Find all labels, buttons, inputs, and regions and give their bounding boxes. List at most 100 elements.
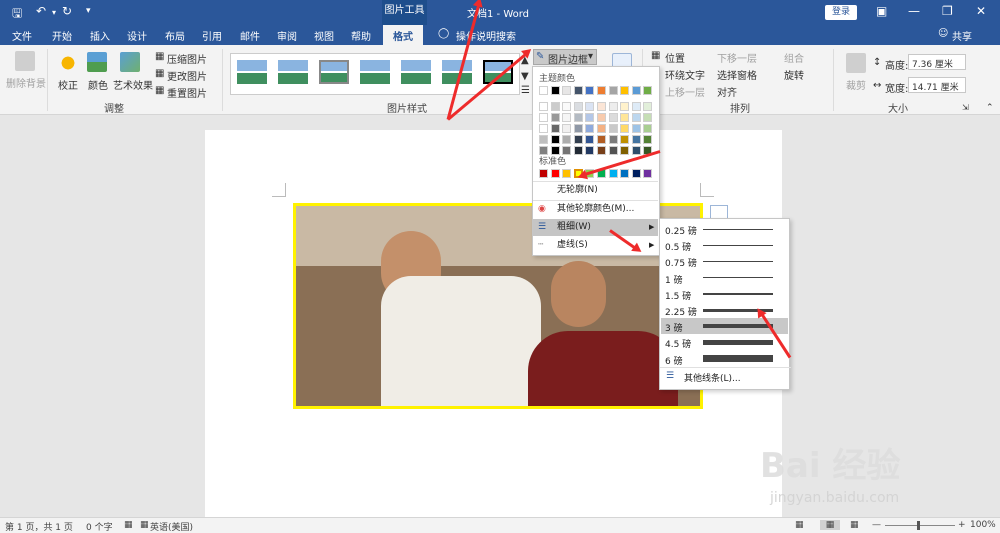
theme-color-swatch[interactable]: [585, 135, 595, 144]
picture-border-button[interactable]: ✎ 图片边框 ▾: [533, 49, 597, 66]
theme-color-swatch[interactable]: [597, 124, 606, 133]
tab-references[interactable]: 引用: [202, 28, 222, 43]
style-thumbnail[interactable]: [237, 60, 267, 84]
selection-pane-button[interactable]: 选择窗格: [717, 67, 757, 82]
restore-icon[interactable]: ❐: [942, 4, 953, 18]
login-button[interactable]: 登录: [825, 5, 857, 20]
style-thumbnail[interactable]: [401, 60, 431, 84]
weight-option[interactable]: 1 磅: [661, 270, 788, 286]
standard-color-swatch[interactable]: [539, 169, 548, 178]
print-layout-icon[interactable]: ▦: [820, 520, 840, 530]
weight-option[interactable]: 6 磅: [661, 351, 788, 367]
close-icon[interactable]: ✕: [976, 4, 986, 18]
weight-option[interactable]: 2.25 磅: [661, 302, 788, 318]
remove-background-button[interactable]: 删除背景: [6, 75, 46, 90]
tab-home[interactable]: 开始: [52, 28, 72, 43]
crop-button[interactable]: 裁剪: [846, 77, 866, 92]
tab-file[interactable]: 文件: [12, 28, 32, 43]
theme-color-swatch[interactable]: [585, 146, 595, 155]
tab-design[interactable]: 设计: [127, 28, 147, 43]
corrections-button[interactable]: 校正: [58, 77, 78, 92]
theme-color-swatch[interactable]: [550, 124, 560, 133]
theme-color-swatch[interactable]: [620, 135, 630, 144]
reset-picture-button[interactable]: 重置图片: [167, 85, 207, 100]
theme-color-swatch[interactable]: [643, 135, 653, 144]
tab-mailings[interactable]: 邮件: [240, 28, 260, 43]
undo-dropdown-icon[interactable]: ▾: [52, 8, 56, 17]
align-button[interactable]: 对齐: [717, 84, 737, 99]
theme-color-swatch[interactable]: [597, 86, 606, 95]
tab-insert[interactable]: 插入: [90, 28, 110, 43]
standard-color-swatch[interactable]: [550, 169, 560, 178]
theme-color-swatch[interactable]: [643, 124, 653, 133]
theme-color-swatch[interactable]: [585, 113, 595, 122]
theme-color-swatch[interactable]: [562, 113, 572, 122]
theme-color-swatch[interactable]: [631, 146, 641, 155]
theme-color-swatch[interactable]: [573, 113, 583, 122]
height-field[interactable]: 7.36 厘米: [908, 54, 966, 70]
bring-forward-button[interactable]: 上移一层: [665, 84, 705, 99]
theme-color-swatch[interactable]: [631, 86, 641, 95]
color-button[interactable]: 颜色: [88, 77, 108, 92]
more-outline-colors-item[interactable]: ◉ 其他轮廓颜色(M)...: [533, 201, 658, 218]
zoom-level[interactable]: 100%: [970, 520, 996, 530]
weight-option[interactable]: 0.25 磅: [661, 221, 788, 237]
theme-color-swatch[interactable]: [573, 146, 583, 155]
tab-view[interactable]: 视图: [314, 28, 334, 43]
theme-color-swatch[interactable]: [550, 113, 560, 122]
artistic-effects-button[interactable]: 艺术效果: [113, 77, 153, 92]
tab-review[interactable]: 审阅: [277, 28, 297, 43]
theme-color-swatch[interactable]: [550, 86, 560, 95]
size-dialog-launcher-icon[interactable]: ⇲: [962, 103, 969, 112]
weight-option[interactable]: 0.75 磅: [661, 253, 788, 269]
theme-color-swatch[interactable]: [562, 124, 572, 133]
minimize-icon[interactable]: —: [908, 4, 920, 18]
width-field[interactable]: 14.71 厘米: [908, 77, 966, 93]
theme-color-swatch[interactable]: [539, 86, 548, 95]
zoom-out-icon[interactable]: —: [872, 520, 881, 530]
weight-item[interactable]: ☰ 粗细(W) ▶: [533, 219, 658, 236]
read-mode-icon[interactable]: ▦: [795, 520, 804, 530]
theme-color-swatch[interactable]: [631, 113, 641, 122]
theme-color-swatch[interactable]: [573, 86, 583, 95]
theme-color-swatch[interactable]: [608, 86, 618, 95]
collapse-ribbon-icon[interactable]: ⌃: [986, 103, 994, 113]
zoom-thumb[interactable]: [917, 521, 920, 530]
theme-color-swatch[interactable]: [539, 124, 548, 133]
theme-color-swatch[interactable]: [631, 135, 641, 144]
theme-color-swatch[interactable]: [597, 135, 606, 144]
theme-color-swatch[interactable]: [608, 113, 618, 122]
ribbon-display-icon[interactable]: ▣: [876, 4, 887, 18]
theme-color-swatch[interactable]: [643, 86, 653, 95]
theme-color-swatch[interactable]: [585, 102, 595, 111]
standard-color-swatch[interactable]: [620, 169, 630, 178]
tab-help[interactable]: 帮助: [351, 28, 371, 43]
theme-color-swatch[interactable]: [573, 102, 583, 111]
theme-color-swatch[interactable]: [573, 124, 583, 133]
theme-color-swatch[interactable]: [608, 124, 618, 133]
zoom-slider[interactable]: [885, 525, 955, 526]
theme-color-swatch[interactable]: [631, 102, 641, 111]
theme-color-swatch[interactable]: [620, 86, 630, 95]
gallery-scroll-down-icon[interactable]: ▼: [521, 71, 529, 82]
change-picture-button[interactable]: 更改图片: [167, 68, 207, 83]
theme-color-swatch[interactable]: [620, 113, 630, 122]
theme-color-swatch[interactable]: [562, 102, 572, 111]
standard-color-swatch[interactable]: [631, 169, 641, 178]
undo-icon[interactable]: ↶: [36, 4, 46, 18]
no-outline-item[interactable]: 无轮廓(N): [533, 182, 658, 199]
theme-color-swatch[interactable]: [643, 113, 653, 122]
theme-color-swatch[interactable]: [539, 102, 548, 111]
theme-color-swatch[interactable]: [620, 124, 630, 133]
theme-color-swatch[interactable]: [620, 146, 630, 155]
theme-color-swatch[interactable]: [585, 124, 595, 133]
weight-option[interactable]: 0.5 磅: [661, 237, 788, 253]
zoom-in-icon[interactable]: +: [958, 520, 966, 530]
theme-color-swatch[interactable]: [597, 113, 606, 122]
group-button[interactable]: 组合: [784, 50, 804, 65]
tab-layout[interactable]: 布局: [165, 28, 185, 43]
gallery-more-icon[interactable]: ☰: [521, 85, 530, 96]
standard-color-swatch[interactable]: [562, 169, 572, 178]
tab-format[interactable]: 格式: [383, 25, 423, 45]
more-lines-item[interactable]: ☰ 其他线条(L)...: [661, 368, 788, 384]
